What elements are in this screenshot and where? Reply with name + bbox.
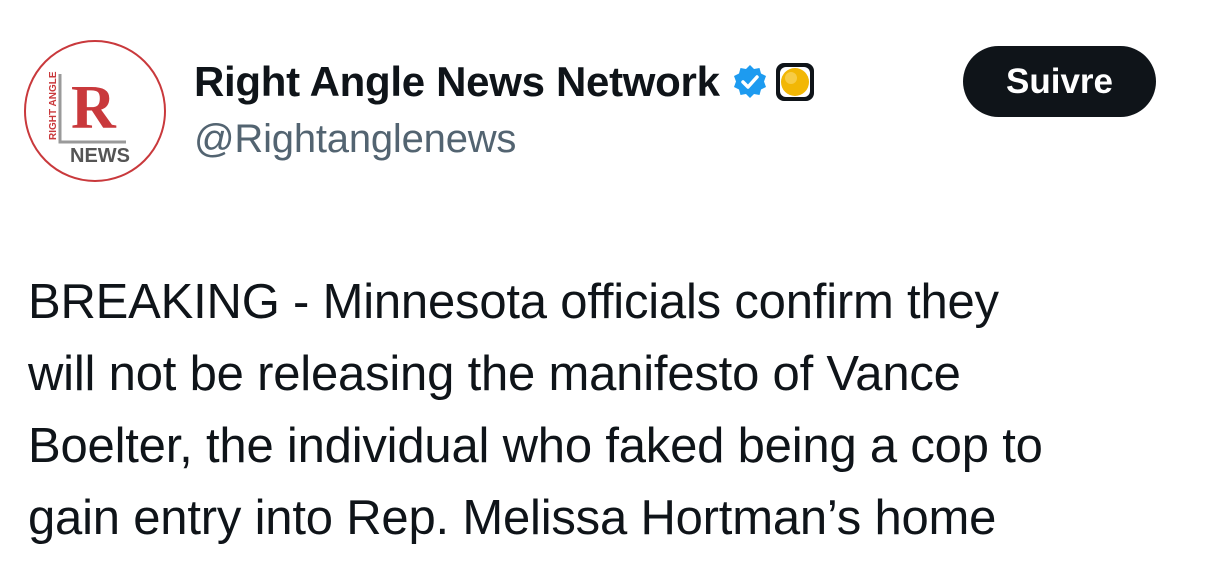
- affiliate-badge-icon[interactable]: [774, 61, 816, 103]
- tweet-card: RIGHT ANGLE R NEWS Right Angle News Netw…: [0, 0, 1206, 563]
- follow-button[interactable]: Suivre: [963, 46, 1156, 117]
- account-handle[interactable]: @Rightanglenews: [194, 117, 516, 162]
- tweet-text: BREAKING - Minnesota officials confirm t…: [28, 266, 1188, 554]
- account-name-row: Right Angle News Network: [194, 54, 816, 110]
- svg-text:NEWS: NEWS: [70, 145, 130, 167]
- avatar[interactable]: RIGHT ANGLE R NEWS: [24, 40, 166, 182]
- display-name[interactable]: Right Angle News Network: [194, 58, 720, 106]
- verified-badge-icon[interactable]: [732, 64, 768, 100]
- svg-text:R: R: [71, 74, 117, 142]
- right-angle-news-logo: RIGHT ANGLE R NEWS: [48, 71, 130, 167]
- tweet-text-line: Boelter, the individual who faked being …: [28, 419, 1043, 473]
- tweet-text-line: gain entry into Rep. Melissa Hortman’s h…: [28, 491, 997, 545]
- tweet-text-line: will not be releasing the manifesto of V…: [28, 347, 961, 401]
- svg-text:RIGHT ANGLE: RIGHT ANGLE: [48, 71, 59, 140]
- tweet-text-line: BREAKING - Minnesota officials confirm t…: [28, 275, 999, 329]
